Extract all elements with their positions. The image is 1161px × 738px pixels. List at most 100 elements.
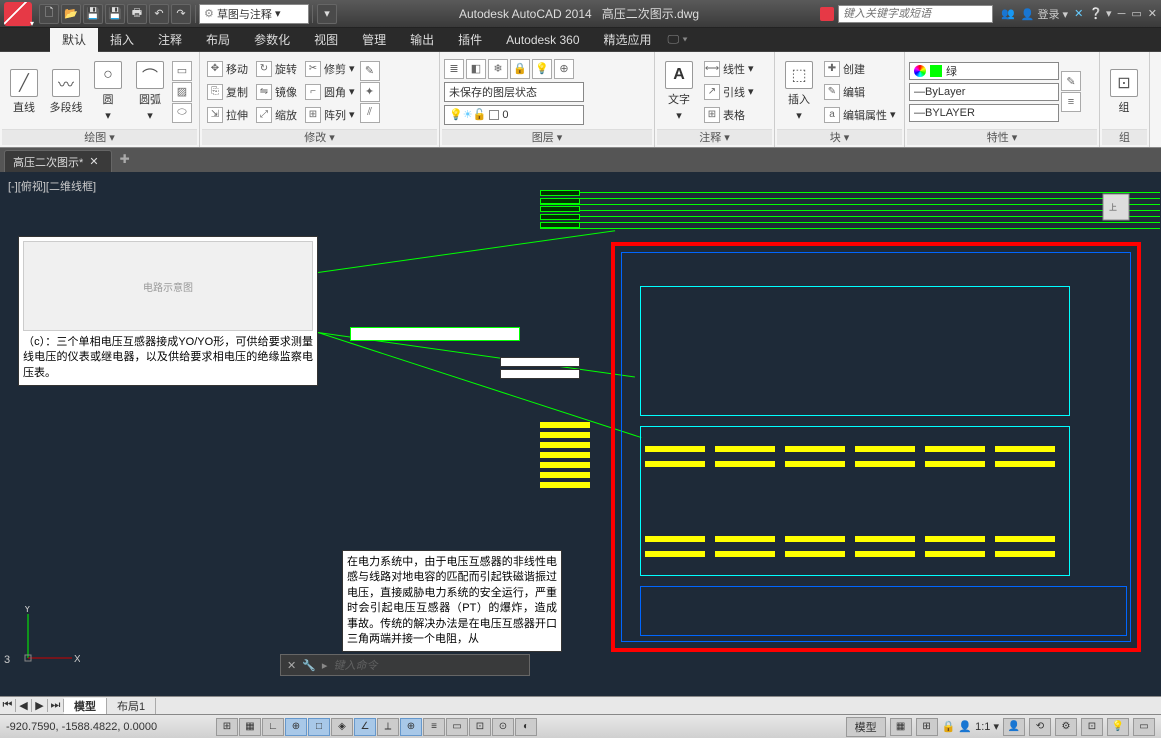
- panel-annotation-title[interactable]: 注释 ▾: [657, 129, 772, 145]
- drawing-area[interactable]: [-][俯视][二维线框]: [0, 172, 1161, 696]
- signin-button[interactable]: 👤 登录 ▾: [1021, 6, 1068, 22]
- anno-auto-icon[interactable]: ⟲: [1029, 718, 1051, 736]
- layer-iso-icon[interactable]: ◧: [466, 59, 486, 79]
- otrack-toggle[interactable]: ∠: [354, 718, 376, 736]
- tab-featured[interactable]: 精选应用: [592, 28, 664, 52]
- list-icon[interactable]: ≡: [1061, 92, 1081, 112]
- saveas-icon[interactable]: 💾: [105, 4, 125, 24]
- undo-icon[interactable]: ↶: [149, 4, 169, 24]
- mirror-button[interactable]: ⇋镜像: [253, 81, 300, 103]
- new-icon[interactable]: 🗋: [39, 4, 59, 24]
- osnap-toggle[interactable]: □: [308, 718, 330, 736]
- rotate-button[interactable]: ↻旋转: [253, 58, 300, 80]
- insert-block-button[interactable]: ⬚插入▾: [779, 59, 819, 124]
- help-icon[interactable]: ❔ ▾: [1089, 7, 1111, 20]
- ortho-toggle[interactable]: ∟: [262, 718, 284, 736]
- layout-quick-icon[interactable]: ▦: [890, 718, 912, 736]
- close-tab-icon[interactable]: ✕: [89, 155, 98, 168]
- layout-prev-icon[interactable]: ◀: [16, 699, 32, 712]
- layer-current-dropdown[interactable]: 💡☀🔓 0: [444, 105, 584, 125]
- open-icon[interactable]: 📂: [61, 4, 81, 24]
- layout-next-icon[interactable]: ▶: [32, 699, 48, 712]
- text-button[interactable]: A文字▾: [659, 59, 699, 124]
- polyline-button[interactable]: 〰多段线: [46, 67, 86, 117]
- 3dosnap-toggle[interactable]: ◈: [331, 718, 353, 736]
- file-tab-1[interactable]: 高压二次图示* ✕: [4, 150, 112, 172]
- layer-state-dropdown[interactable]: 未保存的图层状态: [444, 82, 584, 102]
- ws-switch-icon[interactable]: ⚙: [1055, 718, 1077, 736]
- clean-screen-icon[interactable]: ▭: [1133, 718, 1155, 736]
- qat-more-icon[interactable]: ▾: [317, 4, 337, 24]
- redo-icon[interactable]: ↷: [171, 4, 191, 24]
- table-button[interactable]: ⊞表格: [701, 104, 757, 126]
- workspace-dropdown[interactable]: ⚙ 草图与注释 ▾: [199, 4, 309, 24]
- isolate-icon[interactable]: 💡: [1107, 718, 1129, 736]
- hatch-icon[interactable]: ▨: [172, 82, 192, 102]
- tab-output[interactable]: 输出: [398, 28, 446, 52]
- tab-default[interactable]: 默认: [50, 28, 98, 52]
- tab-options-icon[interactable]: 🖵 ▾: [668, 32, 688, 47]
- edit-block-button[interactable]: ✎编辑: [821, 81, 899, 103]
- model-space-button[interactable]: 模型: [846, 717, 886, 737]
- array-button[interactable]: ⊞阵列 ▾: [302, 104, 358, 126]
- layout-first-icon[interactable]: ⏮: [0, 699, 16, 712]
- fillet-button[interactable]: ⌐圆角 ▾: [302, 81, 358, 103]
- explode-icon[interactable]: ✦: [360, 82, 380, 102]
- dyn-toggle[interactable]: ⊕: [400, 718, 422, 736]
- trim-button[interactable]: ✂修剪 ▾: [302, 58, 358, 80]
- tab-a360[interactable]: Autodesk 360: [494, 28, 591, 52]
- circle-button[interactable]: ○圆▾: [88, 59, 128, 124]
- rectangle-icon[interactable]: ▭: [172, 61, 192, 81]
- lineweight-dropdown[interactable]: — BYLAYER: [909, 104, 1059, 122]
- layer-off-icon[interactable]: 💡: [532, 59, 552, 79]
- group-button[interactable]: ⊡组: [1104, 67, 1144, 117]
- tab-annotate[interactable]: 注释: [146, 28, 194, 52]
- layout-last-icon[interactable]: ⏭: [48, 699, 64, 712]
- lwt-toggle[interactable]: ≡: [423, 718, 445, 736]
- tab-view[interactable]: 视图: [302, 28, 350, 52]
- infocenter-icon[interactable]: 👥: [1001, 7, 1015, 20]
- cmd-close-icon[interactable]: ✕: [287, 659, 296, 672]
- maximize-icon[interactable]: ▭: [1131, 7, 1141, 20]
- coords-readout[interactable]: -920.7590, -1588.4822, 0.0000: [6, 721, 206, 733]
- create-block-button[interactable]: ✚创建: [821, 58, 899, 80]
- move-button[interactable]: ✥移动: [204, 58, 251, 80]
- anno-scale-button[interactable]: 🔒 👤 1:1 ▾: [942, 720, 999, 733]
- tpy-toggle[interactable]: ▭: [446, 718, 468, 736]
- copy-button[interactable]: ⎘复制: [204, 81, 251, 103]
- panel-layers-title[interactable]: 图层 ▾: [442, 129, 652, 145]
- layer-lock-icon[interactable]: 🔒: [510, 59, 530, 79]
- erase-icon[interactable]: ✎: [360, 61, 380, 81]
- color-dropdown[interactable]: 绿: [909, 62, 1059, 80]
- layer-props-icon[interactable]: ≣: [444, 59, 464, 79]
- leader-button[interactable]: ↗引线 ▾: [701, 81, 757, 103]
- save-icon[interactable]: 💾: [83, 4, 103, 24]
- grid-toggle[interactable]: ▦: [239, 718, 261, 736]
- minimize-icon[interactable]: ─: [1118, 8, 1126, 20]
- snap-toggle[interactable]: ⊞: [216, 718, 238, 736]
- panel-draw-title[interactable]: 绘图 ▾: [2, 129, 197, 145]
- qv-drawings-icon[interactable]: ⊞: [916, 718, 938, 736]
- ucs-icon[interactable]: Y X: [20, 606, 80, 666]
- edit-attr-button[interactable]: a编辑属性 ▾: [821, 104, 899, 126]
- stretch-button[interactable]: ⇲拉伸: [204, 104, 251, 126]
- scale-button[interactable]: ⤢缩放: [253, 104, 300, 126]
- layout-tab-model[interactable]: 模型: [64, 698, 107, 714]
- dim-linear-button[interactable]: ⟷线性 ▾: [701, 58, 757, 80]
- plot-icon[interactable]: 🖶: [127, 4, 147, 24]
- view-cube[interactable]: 上: [1091, 182, 1141, 232]
- tab-parametric[interactable]: 参数化: [242, 28, 302, 52]
- panel-properties-title[interactable]: 特性 ▾: [907, 129, 1097, 145]
- exchange-icon[interactable]: ✕: [1074, 7, 1083, 20]
- panel-group-title[interactable]: 组: [1102, 129, 1147, 145]
- tab-plugins[interactable]: 插件: [446, 28, 494, 52]
- tab-manage[interactable]: 管理: [350, 28, 398, 52]
- offset-icon[interactable]: ⫽: [360, 103, 380, 123]
- app-menu-button[interactable]: [4, 2, 32, 26]
- tab-layout[interactable]: 布局: [194, 28, 242, 52]
- close-icon[interactable]: ✕: [1148, 7, 1157, 20]
- ellipse-icon[interactable]: ⬭: [172, 103, 192, 123]
- qp-toggle[interactable]: ⊡: [469, 718, 491, 736]
- polar-toggle[interactable]: ⊕: [285, 718, 307, 736]
- tab-insert[interactable]: 插入: [98, 28, 146, 52]
